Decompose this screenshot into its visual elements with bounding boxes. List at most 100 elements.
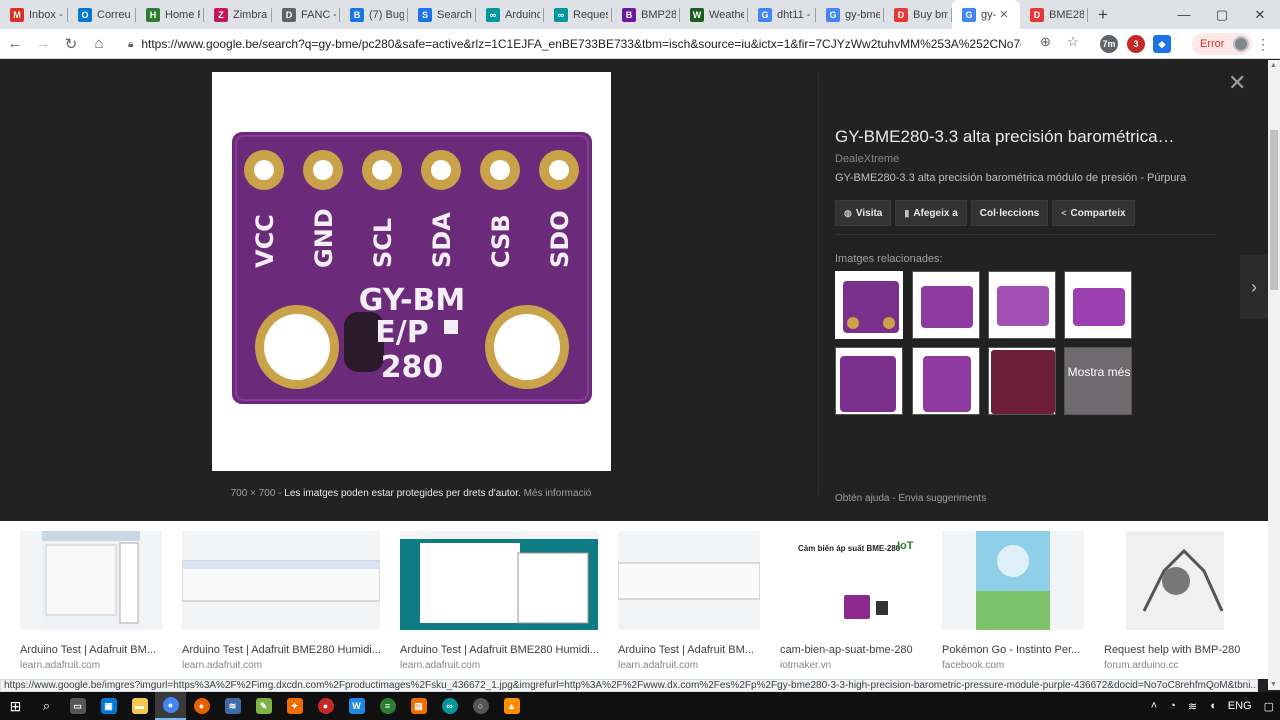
taskbar-app[interactable]: ▤ [403, 692, 434, 720]
preview-image[interactable]: VCC GND SCL SDA CSB SDO GY-BM E/P 280 [212, 72, 611, 471]
related-image-7[interactable] [988, 347, 1056, 415]
browser-tab[interactable]: B (7) Bug [340, 0, 408, 29]
search-button[interactable]: ⌕ [31, 692, 62, 720]
browser-tab[interactable]: O Correu [68, 0, 136, 29]
profile-error-button[interactable]: Error [1192, 33, 1252, 55]
scroll-up-icon[interactable]: ▲ [1270, 62, 1277, 69]
taskbar-app[interactable]: ∞ [434, 692, 465, 720]
show-more-related-button[interactable]: Mostra més [1064, 347, 1132, 415]
maximize-button[interactable]: ▢ [1203, 0, 1241, 29]
volume-icon[interactable]: ◖ [1209, 700, 1216, 712]
taskbar-app[interactable]: ▬ [124, 692, 155, 720]
close-preview-icon[interactable]: ✕ [1228, 70, 1246, 96]
action-button[interactable]: < Comparteix [1052, 200, 1135, 226]
homef-icon: H [146, 7, 160, 22]
help-link[interactable]: Obtén ajuda [835, 493, 890, 504]
pin-label: SCL [369, 218, 397, 268]
address-bar[interactable]: 🔒︎ https://www.google.be/search?q=gy-bme… [118, 32, 1092, 56]
result-card[interactable]: Arduino Test | Adafruit BME280 Humidi...… [182, 531, 380, 671]
adblock-icon[interactable]: 3 [1127, 35, 1145, 53]
scroll-down-icon[interactable]: ▼ [1270, 681, 1277, 688]
taskbar-app[interactable]: ≋ [217, 692, 248, 720]
related-image-6[interactable] [912, 347, 980, 415]
result-card[interactable]: Request help with BMP-280 forum.arduino.… [1104, 531, 1246, 671]
language-indicator[interactable]: ENG [1228, 700, 1252, 712]
result-card[interactable]: Arduino Test | Adafruit BM... learn.adaf… [618, 531, 760, 671]
wifi-icon[interactable]: ≋ [1188, 700, 1197, 713]
taskbar-app[interactable]: ≡ [372, 692, 403, 720]
page-scrollbar[interactable]: ▲ ▼ [1268, 60, 1280, 690]
taskbar-app[interactable]: ● [155, 692, 186, 720]
browser-tab[interactable]: B BMP28 [612, 0, 680, 29]
thumb-heading: Cảm biến áp suất BME-280 [798, 544, 901, 553]
tray-overflow-icon[interactable]: ˄ [1151, 700, 1157, 712]
browser-tab[interactable]: Gdht11 - [748, 0, 816, 29]
browser-tab[interactable]: M Inbox - [0, 0, 68, 29]
extension-icon[interactable]: 7m [1100, 35, 1118, 53]
tab-list: M Inbox - O Correu H Home F Z Zimbra D FANC - B (7)… [0, 0, 1088, 29]
bmp-icon: B [622, 7, 636, 22]
browser-tab[interactable]: D BME28 [1020, 0, 1088, 29]
system-tray: ˄ ◔ ≋ ◖ ENG ▢ [1145, 692, 1280, 720]
browser-tab[interactable]: W Weathe [680, 0, 748, 29]
browser-tab[interactable]: S Search [408, 0, 476, 29]
related-image-5[interactable] [835, 347, 903, 415]
minimize-button[interactable]: — [1165, 0, 1203, 29]
taskbar-app[interactable]: ● [186, 692, 217, 720]
close-tab-icon[interactable]: ✕ [999, 8, 1008, 21]
browser-tab[interactable]: H Home F [136, 0, 204, 29]
network-icon[interactable]: ◔ [1169, 700, 1176, 712]
image-source[interactable]: DealeXtreme [835, 153, 1215, 165]
home-button[interactable]: ⌂ [86, 31, 112, 57]
start-button[interactable]: ⊞ [0, 692, 31, 720]
taskbar-app[interactable]: ● [310, 692, 341, 720]
tab-label: Weathe [709, 8, 744, 21]
browser-menu-icon[interactable]: ⋮ [1256, 36, 1270, 53]
browser-tab[interactable]: Ggy-bme [816, 0, 884, 29]
taskbar-app[interactable]: ○ [465, 692, 496, 720]
next-image-button[interactable]: › [1240, 255, 1268, 319]
task-view-icon: ▭ [69, 698, 86, 714]
board-text-line: GY-BM [359, 283, 465, 318]
taskbar-app[interactable]: ✎ [248, 692, 279, 720]
taskbar-app[interactable]: ▣ [93, 692, 124, 720]
forward-button[interactable]: → [30, 31, 56, 57]
taskbar-app[interactable]: ▲ [496, 692, 527, 720]
close-window-button[interactable]: ✕ [1241, 0, 1279, 29]
vlc-icon: ▲ [503, 698, 520, 714]
result-thumb-graphic [1126, 531, 1224, 630]
back-button[interactable]: ← [2, 31, 28, 57]
browser-tab[interactable]: ∞ Reques [544, 0, 612, 29]
result-card[interactable]: Cảm biến áp suất BME-280 IoT cam-bien-ap… [780, 531, 922, 671]
extension-blue-icon[interactable]: ◆ [1153, 35, 1171, 53]
related-image-2[interactable] [912, 271, 980, 339]
scrollbar-thumb[interactable] [1270, 130, 1278, 290]
related-image-3[interactable] [988, 271, 1056, 339]
lens-icon[interactable]: ⊕ [1040, 34, 1051, 50]
action-button[interactable]: ◍ Visita [835, 200, 892, 226]
search-results-strip: Arduino Test | Adafruit BM... learn.adaf… [0, 521, 1268, 679]
taskbar-app[interactable]: W [341, 692, 372, 720]
taskbar-app[interactable]: ▭ [62, 692, 93, 720]
bookmark-star-icon[interactable]: ☆ [1067, 34, 1079, 50]
notifications-icon[interactable]: ▢ [1264, 700, 1274, 713]
result-card[interactable]: Arduino Test | Adafruit BM... learn.adaf… [20, 531, 162, 671]
related-image-4[interactable] [1064, 271, 1132, 339]
action-button[interactable]: ▮ Afegeix a [895, 200, 967, 226]
reload-button[interactable]: ↻ [58, 31, 84, 57]
suggestions-link[interactable]: Envia suggeriments [898, 493, 986, 504]
new-tab-button[interactable]: + [1088, 0, 1118, 29]
taskbar-app[interactable]: ✦ [279, 692, 310, 720]
browser-tab[interactable]: Z Zimbra [204, 0, 272, 29]
more-info-link[interactable]: Més informació [524, 488, 592, 499]
related-image-1[interactable] [835, 271, 903, 339]
browser-tab[interactable]: D Buy bm [884, 0, 952, 29]
browser-tab[interactable]: ∞ Arduino [476, 0, 544, 29]
google-icon: G [826, 7, 840, 22]
result-card[interactable]: Arduino Test | Adafruit BME280 Humidi...… [400, 531, 598, 671]
action-button[interactable]: Col·leccions [970, 200, 1049, 226]
browser-tab[interactable]: D FANC - [272, 0, 340, 29]
image-title[interactable]: GY-BME280-3.3 alta precisión barométrica… [835, 127, 1215, 147]
result-card[interactable]: Pokémon Go - Instinto Per... facebook.co… [942, 531, 1084, 671]
browser-tab[interactable]: Ggy- ✕ [952, 0, 1020, 29]
